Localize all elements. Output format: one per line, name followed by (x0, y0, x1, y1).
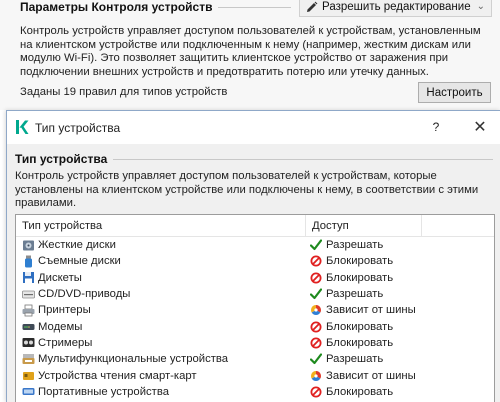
access-label: Блокировать (326, 336, 394, 349)
panel-title-divider (218, 6, 292, 8)
access-label: Блокировать (326, 271, 394, 284)
table-row[interactable]: Принтеры Зависит от шины (16, 302, 494, 318)
device-type-cell: Мультифункциональные устройства (16, 353, 306, 366)
column-header-access[interactable]: Доступ (306, 215, 422, 236)
panel-description: Контроль устройств управляет доступом по… (20, 25, 481, 78)
tape-drive-icon (22, 336, 35, 349)
device-type-cell: CD/DVD-приводы (16, 288, 306, 301)
device-type-label: Устройства чтения смарт-карт (38, 369, 197, 382)
access-cell[interactable]: Блокировать (306, 321, 422, 333)
device-type-label: Съемные диски (38, 255, 121, 268)
access-label: Блокировать (326, 255, 394, 268)
access-label: Зависит от шины (326, 369, 416, 382)
checkmark-icon (310, 353, 322, 365)
access-cell[interactable]: Разрешать (306, 288, 422, 300)
section-divider (113, 158, 493, 160)
help-button[interactable]: ? (425, 117, 447, 137)
device-control-settings-panel: Параметры Контроля устройств Разрешить р… (0, 0, 500, 110)
column-header-device-type[interactable]: Тип устройства (16, 215, 306, 236)
dialog-body: Тип устройства Контроль устройств управл… (7, 144, 500, 402)
device-type-label: Дискеты (38, 271, 82, 284)
device-type-cell: Портативные устройства (16, 385, 306, 398)
device-type-label: Стримеры (38, 336, 93, 349)
cd-dvd-icon (22, 288, 35, 301)
access-cell[interactable]: Блокировать (306, 337, 422, 349)
device-type-label: Принтеры (38, 304, 91, 317)
configure-button[interactable]: Настроить (418, 82, 491, 103)
close-icon[interactable]: ✕ (467, 116, 493, 138)
device-type-cell: Устройства чтения смарт-карт (16, 369, 306, 382)
table-row[interactable]: Жесткие диски Разрешать (16, 237, 494, 253)
printer-icon (22, 304, 35, 317)
access-label: Зависит от шины (326, 304, 416, 317)
section-header: Тип устройства (15, 152, 493, 166)
access-label: Разрешать (326, 239, 384, 252)
access-cell[interactable]: Зависит от шины (306, 304, 422, 316)
access-label: Разрешать (326, 353, 384, 366)
access-cell[interactable]: Зависит от шины (306, 370, 422, 382)
rules-summary: Заданы 19 правил для типов устройств (20, 86, 228, 98)
table-row[interactable]: Съемные диски Блокировать (16, 253, 494, 269)
checkmark-icon (310, 239, 322, 251)
allow-edit-dropdown[interactable]: Разрешить редактирование ⌄ (299, 0, 492, 17)
access-label: Блокировать (326, 385, 394, 398)
table-row[interactable]: Модемы Блокировать (16, 318, 494, 334)
blocked-icon (310, 321, 322, 333)
blocked-icon (310, 272, 322, 284)
bus-dependent-icon (311, 370, 321, 381)
usb-drive-icon (22, 255, 35, 268)
modem-icon (22, 320, 35, 333)
device-type-label: Портативные устройства (38, 385, 169, 398)
device-type-cell: Съемные диски (16, 255, 306, 268)
table-row[interactable]: CD/DVD-приводы Разрешать (16, 286, 494, 302)
access-cell[interactable]: Разрешать (306, 239, 422, 251)
device-type-label: CD/DVD-приводы (38, 288, 131, 301)
smart-card-reader-icon (22, 369, 35, 382)
table-header: Тип устройства Доступ (16, 215, 494, 237)
access-cell[interactable]: Блокировать (306, 272, 422, 284)
bus-dependent-icon (311, 305, 321, 316)
panel-title: Параметры Контроля устройств (20, 0, 213, 14)
device-type-cell: Модемы (16, 320, 306, 333)
table-row[interactable]: Устройства чтения смарт-карт Зависит от ш… (16, 367, 494, 383)
device-type-label: Мультифункциональные устройства (38, 353, 229, 366)
device-type-cell: Принтеры (16, 304, 306, 317)
table-row[interactable]: Стримеры Блокировать (16, 335, 494, 351)
access-label: Разрешать (326, 288, 384, 301)
pencil-icon (307, 1, 318, 12)
panel-header: Параметры Контроля устройств Разрешить р… (20, 0, 492, 17)
multifunction-device-icon (22, 353, 35, 366)
table-row[interactable]: Портативные устройства Блокировать (16, 384, 494, 400)
device-type-label: Жесткие диски (38, 239, 116, 252)
blocked-icon (310, 386, 322, 398)
access-cell[interactable]: Разрешать (306, 353, 422, 365)
portable-device-icon (22, 385, 35, 398)
floppy-icon (22, 271, 35, 284)
allow-edit-label: Разрешить редактирование (322, 0, 471, 13)
section-title: Тип устройства (15, 152, 108, 166)
access-label: Блокировать (326, 320, 394, 333)
dialog-titlebar[interactable]: Тип устройства ? ✕ (7, 111, 500, 144)
chevron-down-icon: ⌄ (476, 1, 485, 12)
blocked-icon (310, 255, 322, 267)
table-row[interactable]: Дискеты Блокировать (16, 270, 494, 286)
kaspersky-logo-icon (16, 120, 29, 134)
table-row[interactable]: Мультифункциональные устройства Разрешать (16, 351, 494, 367)
access-cell[interactable]: Блокировать (306, 255, 422, 267)
dialog-title: Тип устройства (35, 121, 121, 135)
checkmark-icon (310, 288, 322, 300)
section-description: Контроль устройств управляет доступом по… (15, 170, 479, 209)
device-type-cell: Дискеты (16, 271, 306, 284)
device-type-dialog: Тип устройства ? ✕ Тип устройства Контро… (6, 110, 500, 402)
device-type-label: Модемы (38, 320, 83, 333)
device-type-cell: Жесткие диски (16, 239, 306, 252)
access-cell[interactable]: Блокировать (306, 386, 422, 398)
table-body: Жесткие диски Разрешать Съемные диски Блоки… (16, 237, 494, 402)
device-type-cell: Стримеры (16, 336, 306, 349)
blocked-icon (310, 337, 322, 349)
hard-disk-icon (22, 239, 35, 252)
device-rules-table: Тип устройства Доступ Жесткие диски Разре… (15, 214, 495, 402)
